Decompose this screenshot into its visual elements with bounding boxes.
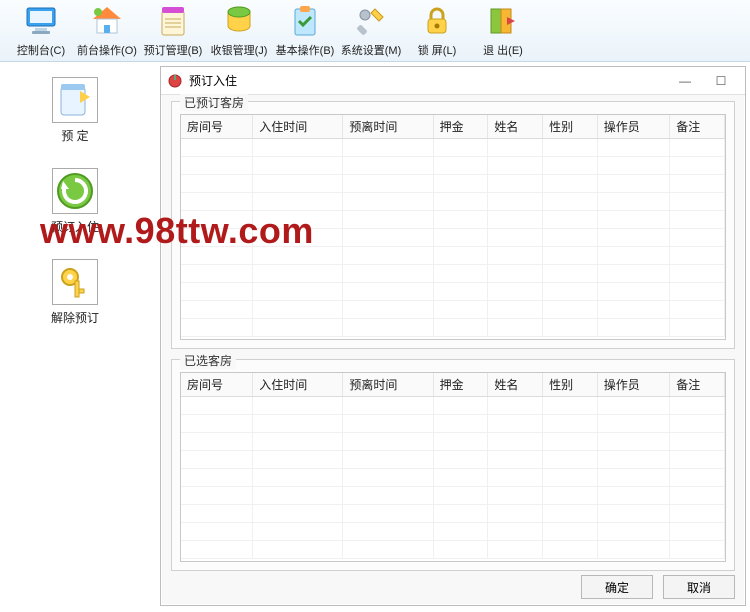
selected-rooms-table[interactable]: 房间号入住时间预离时间押金姓名性别操作员备注 xyxy=(180,372,726,562)
table-row[interactable] xyxy=(181,265,725,283)
table-row[interactable] xyxy=(181,175,725,193)
notepad-icon xyxy=(154,2,192,40)
sidebar-cancel-reserve[interactable]: 解除预订 xyxy=(40,259,110,326)
dialog-icon xyxy=(167,73,183,89)
table-row[interactable] xyxy=(181,397,725,415)
group-legend: 已预订客房 xyxy=(180,94,248,111)
table-row[interactable] xyxy=(181,415,725,433)
sidebar-reserve[interactable]: 预 定 xyxy=(40,77,110,144)
table-row[interactable] xyxy=(181,487,725,505)
checkin-dialog: 预订入住 — ☐ 已预订客房 房间号入住时间预离时间押金姓名性别操作员备注 已选… xyxy=(160,66,746,606)
sidebar: 预 定 预订入住 解除预订 xyxy=(0,62,150,612)
toolbar-booking[interactable]: 预订管理(B) xyxy=(140,2,206,58)
exit-icon xyxy=(484,2,522,40)
column-header[interactable]: 备注 xyxy=(670,115,725,139)
table-row[interactable] xyxy=(181,451,725,469)
table-row[interactable] xyxy=(181,469,725,487)
toolbar-cashier[interactable]: 收银管理(J) xyxy=(206,2,272,58)
toolbar-settings[interactable]: 系统设置(M) xyxy=(338,2,404,58)
sidebar-checkin-reserve[interactable]: 预订入住 xyxy=(40,168,110,235)
table-row[interactable] xyxy=(181,301,725,319)
column-header[interactable]: 房间号 xyxy=(181,115,253,139)
cancel-button[interactable]: 取消 xyxy=(663,575,735,599)
dialog-title: 预订入住 xyxy=(189,72,667,89)
column-header[interactable]: 预离时间 xyxy=(343,373,433,397)
refresh-circle-icon xyxy=(52,168,98,214)
table-row[interactable] xyxy=(181,193,725,211)
table-row[interactable] xyxy=(181,541,725,559)
column-header[interactable]: 入住时间 xyxy=(253,373,343,397)
database-icon xyxy=(220,2,258,40)
column-header[interactable]: 性别 xyxy=(543,373,598,397)
column-header[interactable]: 操作员 xyxy=(597,115,669,139)
column-header[interactable]: 押金 xyxy=(433,373,488,397)
maximize-button[interactable]: ☐ xyxy=(703,70,739,92)
column-header[interactable]: 姓名 xyxy=(488,373,543,397)
table-row[interactable] xyxy=(181,433,725,451)
toolbar-basic[interactable]: 基本操作(B) xyxy=(272,2,338,58)
monitor-icon xyxy=(22,2,60,40)
column-header[interactable]: 押金 xyxy=(433,115,488,139)
tools-icon xyxy=(352,2,390,40)
house-icon xyxy=(88,2,126,40)
column-header[interactable]: 房间号 xyxy=(181,373,253,397)
toolbar-console[interactable]: 控制台(C) xyxy=(8,2,74,58)
column-header[interactable]: 姓名 xyxy=(488,115,543,139)
column-header[interactable]: 入住时间 xyxy=(253,115,343,139)
main-toolbar: 控制台(C) 前台操作(O) 预订管理(B) 收银管理(J) 基本操作(B) xyxy=(0,0,750,62)
toolbar-exit[interactable]: 退 出(E) xyxy=(470,2,536,58)
notepad-icon xyxy=(52,77,98,123)
table-row[interactable] xyxy=(181,157,725,175)
clipboard-icon xyxy=(286,2,324,40)
minimize-button[interactable]: — xyxy=(667,70,703,92)
key-icon xyxy=(52,259,98,305)
table-row[interactable] xyxy=(181,247,725,265)
column-header[interactable]: 备注 xyxy=(670,373,725,397)
group-legend: 已选客房 xyxy=(180,352,236,369)
table-row[interactable] xyxy=(181,523,725,541)
column-header[interactable]: 预离时间 xyxy=(343,115,433,139)
table-row[interactable] xyxy=(181,139,725,157)
column-header[interactable]: 性别 xyxy=(543,115,598,139)
table-row[interactable] xyxy=(181,229,725,247)
selected-rooms-group: 已选客房 房间号入住时间预离时间押金姓名性别操作员备注 xyxy=(171,359,735,571)
table-row[interactable] xyxy=(181,283,725,301)
column-header[interactable]: 操作员 xyxy=(597,373,669,397)
toolbar-lock[interactable]: 锁 屏(L) xyxy=(404,2,470,58)
reserved-rooms-group: 已预订客房 房间号入住时间预离时间押金姓名性别操作员备注 xyxy=(171,101,735,349)
table-row[interactable] xyxy=(181,319,725,337)
toolbar-frontdesk[interactable]: 前台操作(O) xyxy=(74,2,140,58)
lock-icon xyxy=(418,2,456,40)
ok-button[interactable]: 确定 xyxy=(581,575,653,599)
table-row[interactable] xyxy=(181,505,725,523)
table-row[interactable] xyxy=(181,211,725,229)
reserved-rooms-table[interactable]: 房间号入住时间预离时间押金姓名性别操作员备注 xyxy=(180,114,726,340)
dialog-titlebar[interactable]: 预订入住 — ☐ xyxy=(161,67,745,95)
